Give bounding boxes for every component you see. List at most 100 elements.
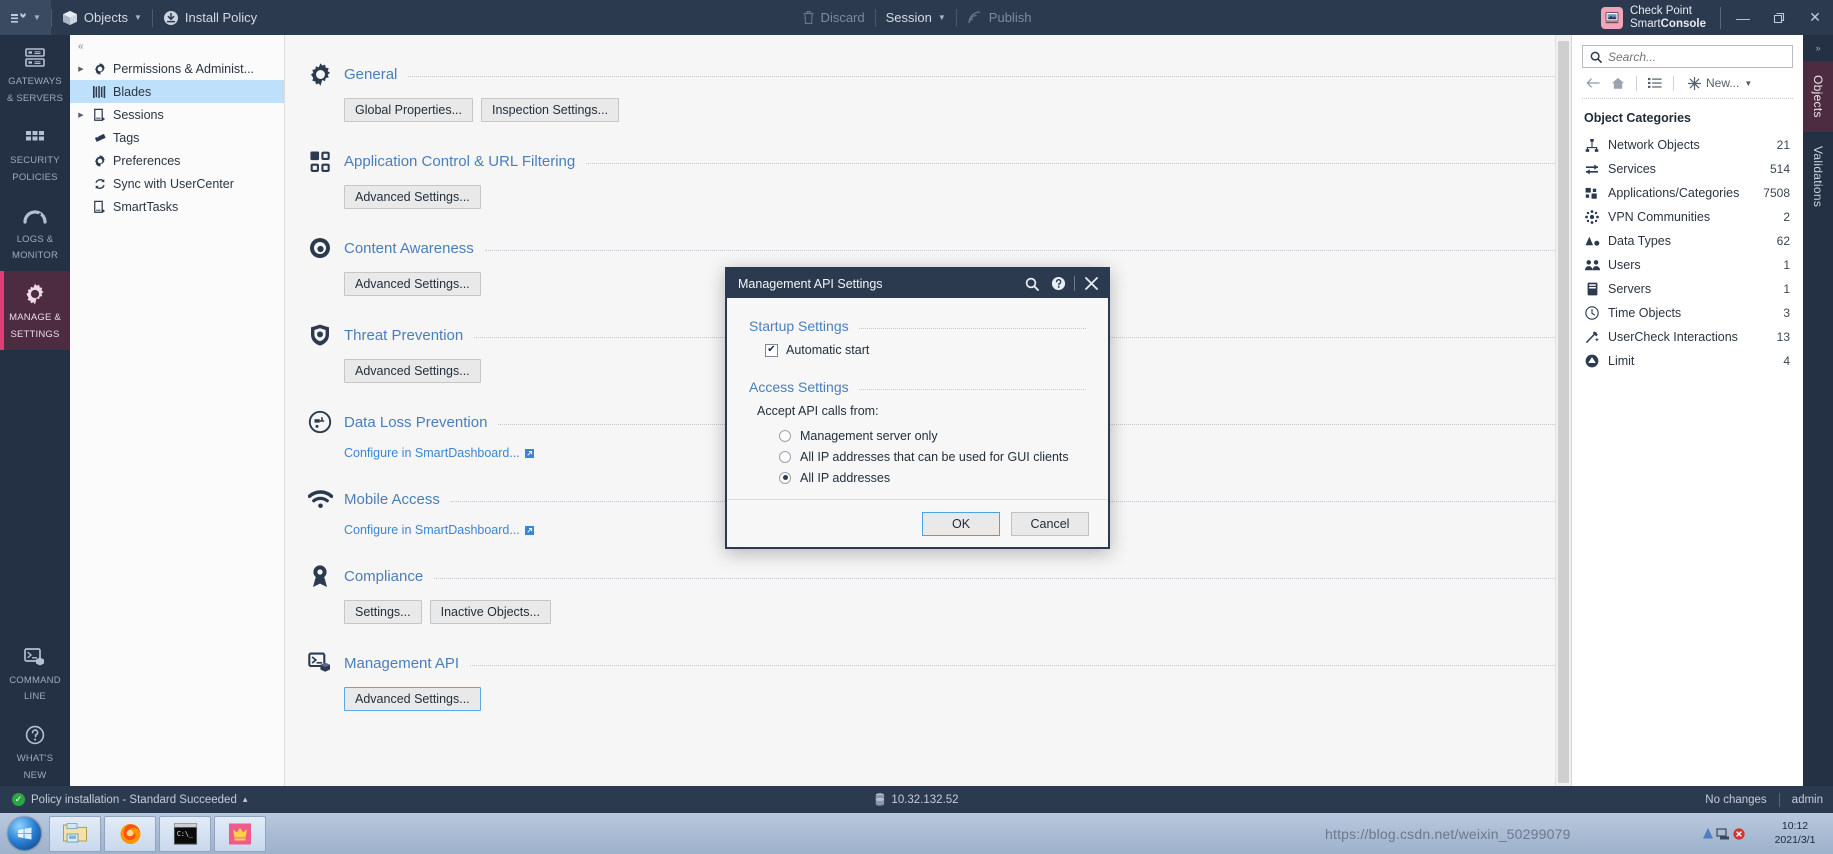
category-vpn-communities[interactable]: VPN Communities 2 [1572,205,1803,229]
cancel-button[interactable]: Cancel [1011,511,1089,536]
dlp-configure-smartdashboard-link[interactable]: Configure in SmartDashboard... [344,446,534,460]
sidebar-item-permissions-administrators[interactable]: ▶ Permissions & Administ... [70,57,284,80]
sidebar-item-blades[interactable]: Blades [70,80,284,103]
sidebar-item-preferences[interactable]: Preferences [70,149,284,172]
taskbar-app-firefox[interactable] [104,815,156,852]
dotted-rule [586,162,1555,164]
rail-item-logs-monitor[interactable]: LOGS & MONITOR [0,193,70,272]
main-vertical-scrollbar[interactable] [1555,35,1571,786]
taskbar-app-smartconsole[interactable] [214,815,266,852]
scrollbar-thumb[interactable] [1558,41,1569,783]
category-limit[interactable]: Limit 4 [1572,349,1803,373]
category-servers[interactable]: Servers 1 [1572,277,1803,301]
radio-label: All IP addresses that can be used for GU… [800,449,1069,464]
search-icon[interactable] [1019,269,1045,298]
section-header: Application Control & URL Filtering [307,146,1555,176]
minimize-button[interactable]: — [1725,0,1761,35]
user-label[interactable]: admin [1792,794,1823,806]
collapse-pane-button[interactable]: « [70,35,284,57]
sidebar-item-sync-with-usercenter[interactable]: Sync with UserCenter [70,172,284,195]
radio-button[interactable] [779,471,791,484]
section-title: Content Awareness [344,239,474,257]
objects-search-box[interactable] [1582,45,1793,68]
taskbar-app-command-prompt[interactable]: C:\_ [159,815,211,852]
rail-item-whats-new[interactable]: WHAT'S NEW [0,712,70,791]
radio-management-server-only[interactable]: Management server only [749,425,1086,446]
rail-item-command-line[interactable]: COMMAND LINE [0,634,70,713]
chevron-down-icon: ▼ [937,13,946,22]
windows-logo-icon [7,817,41,850]
home-icon[interactable] [1607,72,1629,94]
threatprevention-advanced-settings-button[interactable]: Advanced Settings... [344,359,481,383]
install-policy-button[interactable]: Install Policy [153,0,267,35]
svg-text:C:\_: C:\_ [176,829,193,837]
category-applications-categories[interactable]: Applications/Categories 7508 [1572,181,1803,205]
new-object-button[interactable]: New... ▼ [1681,72,1759,94]
ok-button[interactable]: OK [922,511,1000,536]
rail-item-security-policies[interactable]: SECURITY POLICIES [0,114,70,193]
discard-button[interactable]: Discard [792,0,875,35]
policy-status-area[interactable]: ✓ Policy installation - Standard Succeed… [0,793,247,806]
compliance-settings-button[interactable]: Settings... [344,600,422,624]
chevron-up-icon[interactable]: ▴ [243,794,248,805]
sidebar-item-label: Blades [113,84,152,99]
managementapi-advanced-settings-button[interactable]: Advanced Settings... [344,687,481,711]
contentawareness-advanced-settings-button[interactable]: Advanced Settings... [344,272,481,296]
discard-label: Discard [820,10,865,25]
category-network-objects[interactable]: Network Objects 21 [1572,133,1803,157]
dialog-body: Startup Settings ✔ Automatic start Acces… [727,298,1108,488]
search-input[interactable] [1608,49,1785,64]
category-data-types[interactable]: Data Types 62 [1572,229,1803,253]
trash-icon [802,10,815,25]
group-title: Access Settings [749,379,849,395]
publish-icon [967,10,983,25]
expand-panel-button[interactable]: » [1803,35,1833,61]
section-title: Threat Prevention [344,326,464,344]
rail-item-gateways-servers[interactable]: GATEWAYS & SERVERS [0,35,70,114]
radio-button[interactable] [779,450,791,463]
start-button[interactable] [2,815,46,853]
sidebar-item-sessions[interactable]: ▶ Sessions [70,103,284,126]
radio-all-ip-gui-clients[interactable]: All IP addresses that can be used for GU… [749,446,1086,467]
close-icon[interactable] [1078,269,1104,298]
list-icon[interactable] [1644,72,1666,94]
category-users[interactable]: Users 1 [1572,253,1803,277]
sidebar-item-tags[interactable]: Tags [70,126,284,149]
help-icon[interactable] [1045,269,1071,298]
tab-validations[interactable]: Validations [1803,132,1833,221]
gear-icon [23,281,47,307]
automatic-start-row[interactable]: ✔ Automatic start [749,343,1086,357]
tab-label: Validations [1811,145,1825,207]
dotted-rule [858,388,1086,390]
back-arrow-icon[interactable] [1582,72,1604,94]
close-button[interactable]: ✕ [1797,0,1833,35]
taskbar-clock[interactable]: 10:12 2021/3/1 [1765,820,1825,846]
taskbar-app-explorer[interactable] [49,815,101,852]
category-usercheck-interactions[interactable]: UserCheck Interactions 13 [1572,325,1803,349]
publish-button[interactable]: Publish [957,0,1042,35]
main-menu-button[interactable]: ▼ [0,0,51,35]
tab-objects[interactable]: Objects [1803,61,1833,132]
servers-icon [1584,282,1600,296]
rail-label-line1: SECURITY [10,154,60,166]
sidebar-item-smarttasks[interactable]: SmartTasks [70,195,284,218]
category-count: 514 [1769,162,1790,176]
category-services[interactable]: Services 514 [1572,157,1803,181]
session-menu-button[interactable]: Session ▼ [876,0,956,35]
radio-all-ip-addresses[interactable]: All IP addresses [749,467,1086,488]
radio-button[interactable] [779,429,791,442]
data-types-icon [1584,235,1600,247]
automatic-start-checkbox[interactable]: ✔ [765,343,778,357]
objects-menu-button[interactable]: Objects ▼ [52,0,152,35]
appcontrol-advanced-settings-button[interactable]: Advanced Settings... [344,185,481,209]
global-properties-button[interactable]: Global Properties... [344,98,473,122]
rail-label-line1: MANAGE & [9,312,61,324]
mobileaccess-configure-smartdashboard-link[interactable]: Configure in SmartDashboard... [344,523,534,537]
category-time-objects[interactable]: Time Objects 3 [1572,301,1803,325]
tray-icons[interactable] [1701,826,1757,842]
rail-item-manage-settings[interactable]: MANAGE & SETTINGS [0,271,70,350]
inspection-settings-button[interactable]: Inspection Settings... [481,98,620,122]
compliance-inactive-objects-button[interactable]: Inactive Objects... [429,600,551,624]
server-icon [874,793,884,806]
maximize-restore-button[interactable] [1761,0,1797,35]
